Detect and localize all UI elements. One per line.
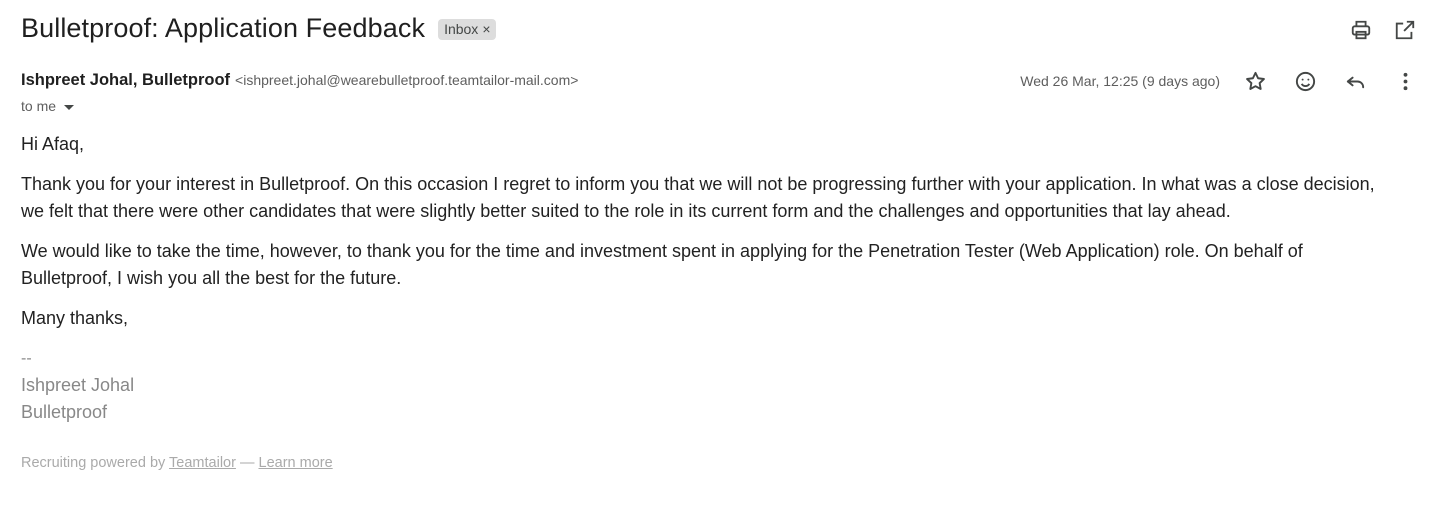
closing: Many thanks,	[21, 308, 129, 328]
body-paragraph-2: We would like to take the time, however,…	[21, 241, 1303, 288]
open-new-window-button[interactable]	[1390, 15, 1420, 45]
signature: -- Ishpreet Johal Bulletproof	[21, 345, 1381, 426]
signature-company: Bulletproof	[21, 402, 108, 422]
footer-prefix: Recruiting powered by	[21, 455, 170, 471]
message-date: Wed 26 Mar, 12:25 (9 days ago)	[1020, 73, 1220, 89]
reply-button[interactable]	[1340, 66, 1370, 96]
more-vert-icon	[1403, 72, 1407, 90]
subject-row: Bulletproof: Application Feedback Inbox …	[21, 10, 496, 46]
sender-email: <ishpreet.johal@wearebulletproof.teamtai…	[235, 72, 579, 88]
emoji-reaction-button[interactable]	[1290, 66, 1320, 96]
email-subject: Bulletproof: Application Feedback	[21, 12, 426, 43]
label-text: Inbox	[444, 20, 479, 37]
star-button[interactable]	[1240, 66, 1270, 96]
recipient-text: to me	[21, 98, 57, 114]
message-actions	[1240, 66, 1420, 96]
emoji-reaction-icon	[1295, 71, 1315, 91]
print-icon	[1351, 20, 1371, 40]
teamtailor-link[interactable]: Teamtailor	[169, 455, 236, 471]
top-actions	[1346, 15, 1420, 45]
open-in-new-window-icon	[1395, 20, 1415, 40]
signature-name: Ishpreet Johal	[21, 375, 135, 395]
signature-separator: --	[21, 350, 32, 367]
recipient-details-toggle[interactable]: to me	[21, 98, 75, 114]
learn-more-link[interactable]: Learn more	[259, 455, 333, 471]
more-options-button[interactable]	[1390, 66, 1420, 96]
star-icon	[1245, 71, 1265, 90]
message-meta: Wed 26 Mar, 12:25 (9 days ago)	[1020, 66, 1420, 96]
body-paragraph-1: Thank you for your interest in Bulletpro…	[21, 174, 1375, 221]
email-footer: Recruiting powered by Teamtailor — Learn…	[21, 455, 333, 471]
chevron-down-icon	[64, 104, 75, 110]
print-button[interactable]	[1346, 15, 1376, 45]
sender-name[interactable]: Ishpreet Johal, Bulletproof	[21, 71, 230, 90]
message-body: Hi Afaq, Thank you for your interest in …	[21, 131, 1381, 426]
greeting: Hi Afaq,	[21, 134, 85, 154]
remove-label-button[interactable]: ×	[482, 21, 490, 37]
reply-icon	[1346, 76, 1364, 88]
sender-row: Ishpreet Johal, Bulletproof <ishpreet.jo…	[21, 71, 578, 90]
inbox-label-chip[interactable]: Inbox ×	[438, 18, 496, 40]
footer-separator: —	[235, 455, 259, 471]
